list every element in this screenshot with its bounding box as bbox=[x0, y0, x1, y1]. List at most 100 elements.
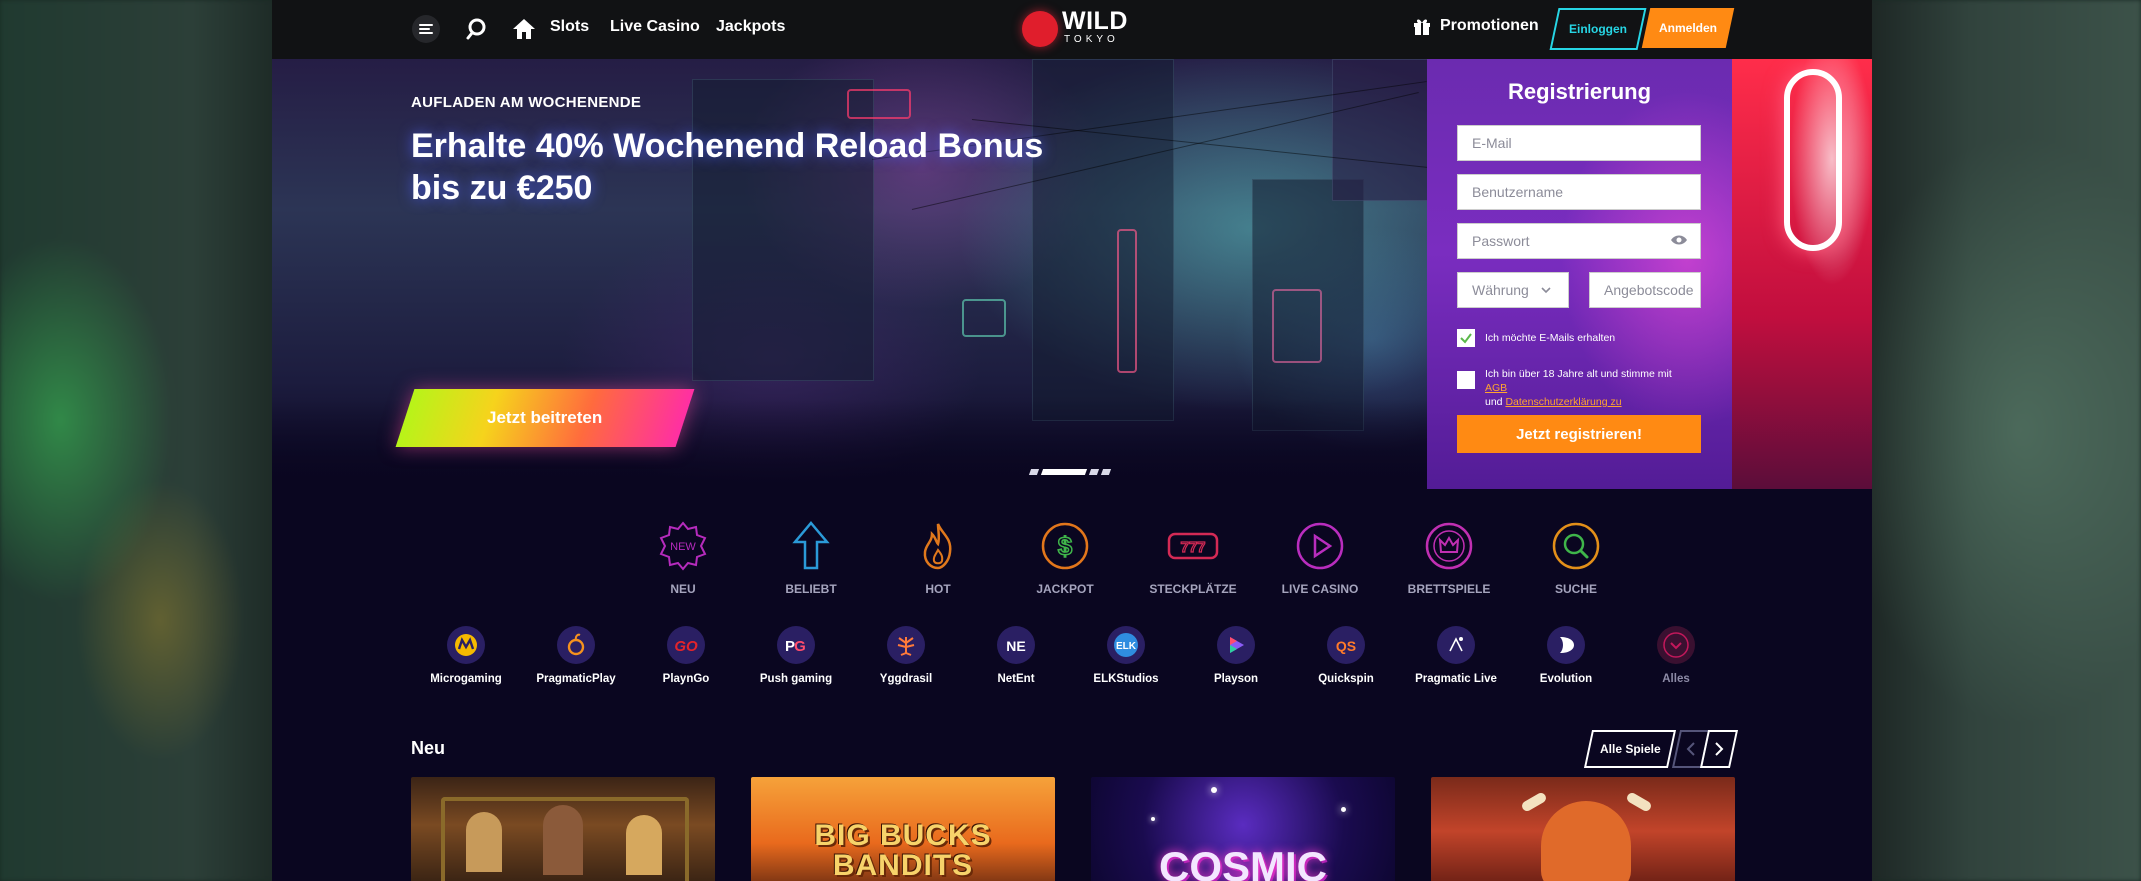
logo-subtitle: TOKYO bbox=[1064, 34, 1119, 45]
logo-wordmark: WILD bbox=[1062, 7, 1128, 35]
hero-kicker: AUFLADEN AM WOCHENENDE bbox=[411, 94, 642, 111]
star-sparkle bbox=[1151, 817, 1155, 821]
provider-label: ELKStudios bbox=[1093, 673, 1159, 685]
provider-evolution[interactable]: Evolution bbox=[1511, 626, 1621, 685]
provider-label: Alles bbox=[1662, 673, 1690, 685]
login-button[interactable]: Einloggen bbox=[1549, 8, 1647, 50]
category-label: JACKPOT bbox=[1036, 582, 1094, 596]
netent-logo-icon: NE bbox=[997, 626, 1035, 664]
category-label: NEU bbox=[670, 582, 696, 596]
home-icon[interactable] bbox=[510, 15, 538, 43]
provider-yggdrasil[interactable]: Yggdrasil bbox=[851, 626, 961, 685]
neon-ring-decoration bbox=[1784, 69, 1842, 251]
game-card[interactable] bbox=[411, 777, 715, 881]
currency-select[interactable]: Währung bbox=[1457, 272, 1569, 308]
band-musician bbox=[543, 805, 583, 875]
terms-checkbox[interactable] bbox=[1457, 371, 1475, 389]
category-popular[interactable]: BELIEBT bbox=[751, 520, 871, 596]
bull-horn bbox=[1520, 791, 1548, 813]
provider-pragmatic-live[interactable]: Pragmatic Live bbox=[1401, 626, 1511, 685]
play-circle-icon bbox=[1296, 522, 1344, 570]
provider-pragmaticplay[interactable]: PragmaticPlay bbox=[521, 626, 631, 685]
register-submit-button[interactable]: Jetzt registrieren! bbox=[1457, 415, 1701, 453]
email-opt-in-checkbox[interactable] bbox=[1457, 329, 1475, 347]
game-card[interactable] bbox=[1431, 777, 1735, 881]
signup-label: Anmelden bbox=[1658, 21, 1717, 35]
category-search[interactable]: SUCHE bbox=[1516, 520, 1636, 596]
category-jackpot[interactable]: $ JACKPOT bbox=[1005, 520, 1125, 596]
carousel-next-button[interactable] bbox=[1699, 730, 1739, 768]
svg-text:G: G bbox=[794, 638, 806, 655]
nav-link-live-casino[interactable]: Live Casino bbox=[610, 18, 700, 36]
terms-link[interactable]: AGB bbox=[1485, 382, 1507, 394]
all-games-button[interactable]: Alle Spiele bbox=[1583, 730, 1677, 768]
nav-link-jackpots[interactable]: Jackpots bbox=[716, 18, 785, 36]
provider-netent[interactable]: NE NetEnt bbox=[961, 626, 1071, 685]
hero-title-line-2: bis zu €250 bbox=[411, 169, 593, 207]
provider-label: PlaynGo bbox=[662, 673, 710, 685]
chevron-left-icon bbox=[1686, 742, 1695, 756]
top-navigation-bar: Slots Live Casino Jackpots WILD TOKYO Pr… bbox=[272, 0, 1872, 59]
category-live-casino[interactable]: LIVE CASINO bbox=[1260, 520, 1380, 596]
dollar-coin-icon: $ bbox=[1041, 522, 1089, 570]
category-board-games[interactable]: BRETTSPIELE bbox=[1389, 520, 1509, 596]
carousel-dot[interactable] bbox=[1040, 469, 1088, 475]
provider-label: Evolution bbox=[1539, 673, 1593, 685]
pragmaticplay-logo-icon bbox=[557, 626, 595, 664]
viking-bull-character bbox=[1541, 801, 1631, 881]
pragmaticlive-logo-icon bbox=[1437, 626, 1475, 664]
show-password-eye-icon[interactable] bbox=[1670, 234, 1688, 246]
yggdrasil-logo-icon bbox=[887, 626, 925, 664]
promotions-label: Promotionen bbox=[1440, 17, 1539, 34]
currency-placeholder: Währung bbox=[1472, 282, 1529, 298]
provider-label: Quickspin bbox=[1318, 673, 1374, 685]
checkmark-icon bbox=[1460, 333, 1472, 344]
quickspin-logo-icon: QS bbox=[1327, 626, 1365, 664]
provider-label: PragmaticPlay bbox=[536, 673, 616, 685]
carousel-dot[interactable] bbox=[1028, 469, 1040, 475]
hero-title-line-1: Erhalte 40% Wochenend Reload Bonus bbox=[411, 127, 1044, 165]
signup-button[interactable]: Anmelden bbox=[1641, 8, 1735, 48]
provider-label: Playson bbox=[1213, 673, 1259, 685]
terms-label: Ich bin über 18 Jahre alt und stimme mit… bbox=[1485, 367, 1695, 409]
neon-sign bbox=[1117, 229, 1137, 373]
hamburger-menu-icon[interactable] bbox=[412, 15, 440, 43]
email-field[interactable]: E-Mail bbox=[1457, 125, 1701, 161]
privacy-link[interactable]: Datenschutzerklärung zu bbox=[1505, 396, 1621, 408]
provider-playson[interactable]: Playson bbox=[1181, 626, 1291, 685]
provider-playngo[interactable]: GO PlaynGo bbox=[631, 626, 741, 685]
carousel-dot[interactable] bbox=[1088, 469, 1100, 475]
search-icon[interactable] bbox=[464, 15, 492, 43]
all-games-label: Alle Spiele bbox=[1599, 742, 1661, 756]
slot-777-icon: 777 bbox=[1167, 532, 1219, 560]
game-card[interactable]: COSMIC bbox=[1091, 777, 1395, 881]
provider-quickspin[interactable]: QS Quickspin bbox=[1291, 626, 1401, 685]
crown-chip-icon bbox=[1425, 522, 1473, 570]
carousel-dot[interactable] bbox=[1100, 469, 1112, 475]
password-field[interactable]: Passwort bbox=[1457, 223, 1701, 259]
nav-link-slots[interactable]: Slots bbox=[550, 18, 589, 36]
promotions-link[interactable]: Promotionen bbox=[1412, 16, 1539, 36]
category-hot[interactable]: HOT bbox=[878, 520, 998, 596]
username-field[interactable]: Benutzername bbox=[1457, 174, 1701, 210]
band-musician bbox=[626, 815, 662, 875]
microgaming-logo-icon bbox=[447, 626, 485, 664]
provider-push-gaming[interactable]: PG Push gaming bbox=[741, 626, 851, 685]
category-new[interactable]: NEW NEU bbox=[623, 520, 743, 596]
chevron-right-icon bbox=[1715, 742, 1724, 756]
provider-microgaming[interactable]: Microgaming bbox=[411, 626, 521, 685]
provider-elkstudios[interactable]: ELK ELKStudios bbox=[1071, 626, 1181, 685]
category-label: SUCHE bbox=[1554, 582, 1597, 596]
category-slots[interactable]: 777 STECKPLÄTZE bbox=[1133, 520, 1253, 596]
category-label: BELIEBT bbox=[785, 582, 837, 596]
new-games-title: Neu bbox=[411, 738, 446, 758]
provider-all[interactable]: Alles bbox=[1621, 626, 1731, 685]
game-card[interactable]: BIG BUCKS BANDITS bbox=[751, 777, 1055, 881]
neon-sign bbox=[962, 299, 1006, 337]
wild-tokyo-logo[interactable]: WILD TOKYO bbox=[1022, 7, 1132, 52]
svg-text:$: $ bbox=[1058, 531, 1073, 561]
provider-label: Microgaming bbox=[430, 673, 502, 685]
join-now-button[interactable]: Jetzt beitreten bbox=[395, 389, 695, 447]
promo-code-field[interactable]: Angebotscode bbox=[1589, 272, 1701, 308]
chevron-down-icon bbox=[1657, 626, 1695, 664]
